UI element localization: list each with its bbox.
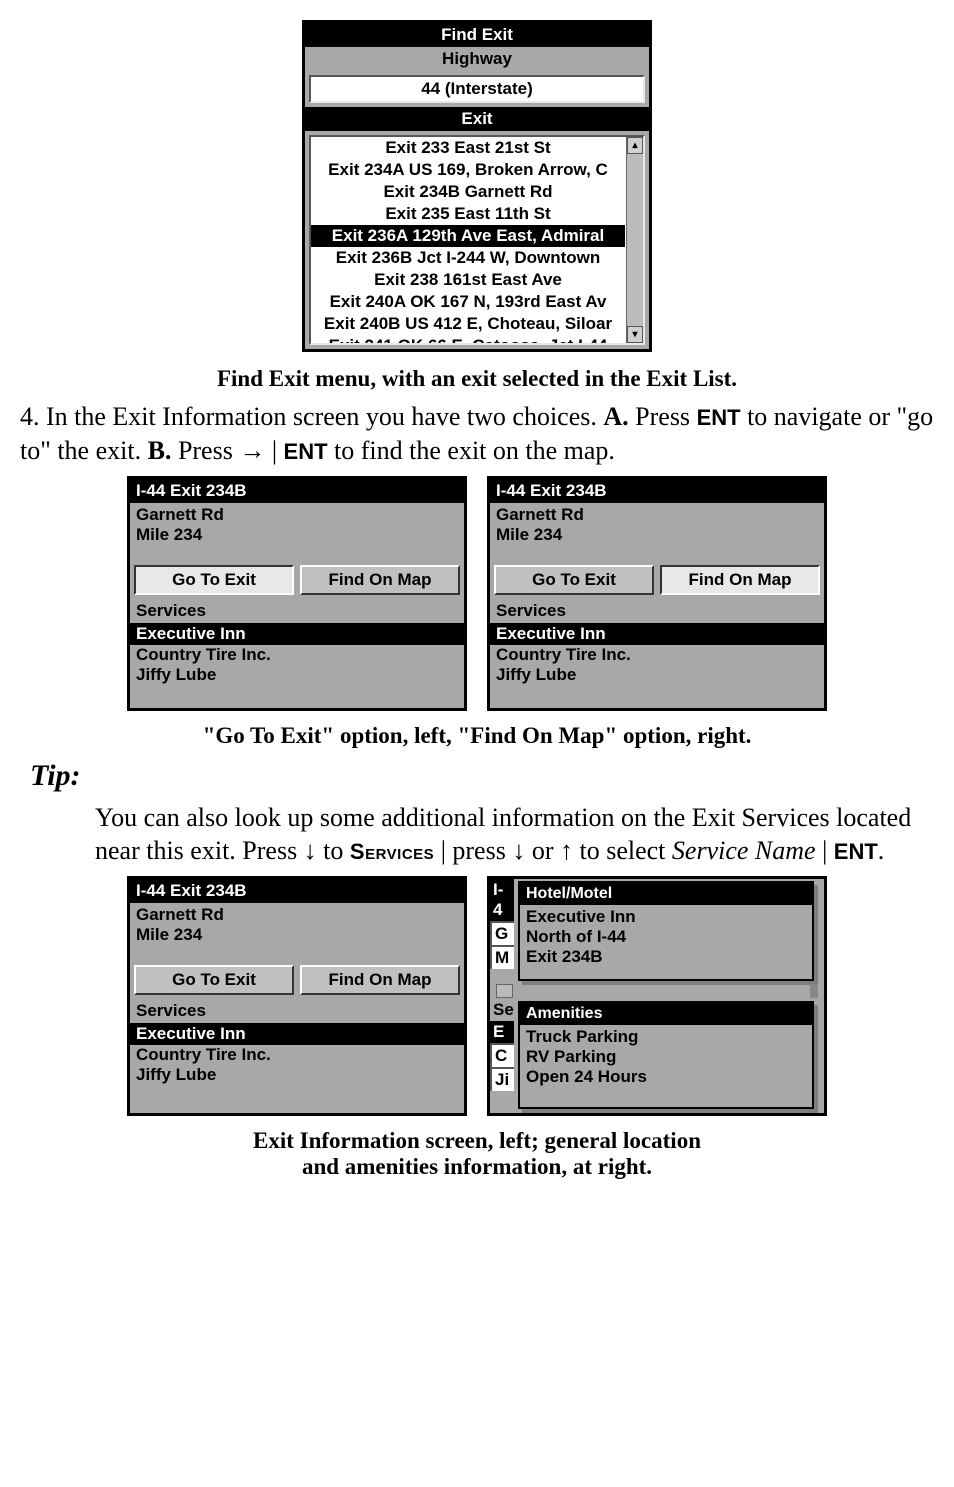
exit-mile: Mile 234 bbox=[496, 525, 818, 545]
list-item-selected[interactable]: Executive Inn bbox=[490, 623, 824, 645]
list-item[interactable]: Exit 240B US 412 E, Choteau, Siloar bbox=[311, 313, 625, 335]
highway-input[interactable]: 44 (Interstate) bbox=[309, 75, 645, 103]
list-item[interactable]: Exit 233 East 21st St bbox=[311, 137, 625, 159]
hotel-details: Executive Inn North of I-44 Exit 234B bbox=[520, 905, 812, 975]
instruction-paragraph: 4. In the Exit Information screen you ha… bbox=[20, 400, 934, 468]
exit-info-window-tip: I-44 Exit 234B Garnett Rd Mile 234 Go To… bbox=[127, 876, 467, 1116]
exit-mile: Mile 234 bbox=[136, 525, 458, 545]
scroll-down-icon[interactable]: ▾ bbox=[627, 326, 643, 343]
services-label: Services bbox=[130, 599, 464, 623]
scrollbar[interactable]: ▴ ▾ bbox=[626, 137, 643, 343]
tip-paragraph: You can also look up some additional inf… bbox=[95, 801, 914, 869]
list-item[interactable]: Country Tire Inc. bbox=[496, 645, 818, 665]
exit-details: Garnett Rd Mile 234 bbox=[490, 503, 824, 565]
list-item[interactable]: Exit 234A US 169, Broken Arrow, C bbox=[311, 159, 625, 181]
list-item-selected[interactable]: Executive Inn bbox=[130, 1023, 464, 1045]
list-item[interactable]: Jiffy Lube bbox=[136, 665, 458, 685]
services-list[interactable]: Executive Inn Country Tire Inc. Jiffy Lu… bbox=[130, 1023, 464, 1108]
figure-caption: Exit Information screen, left; general l… bbox=[20, 1128, 934, 1154]
hotel-direction: North of I-44 bbox=[526, 927, 806, 947]
exit-road: Garnett Rd bbox=[136, 905, 458, 925]
go-to-exit-button[interactable]: Go To Exit bbox=[134, 965, 294, 995]
amenities-card: Amenities Truck Parking RV Parking Open … bbox=[518, 1001, 814, 1109]
exit-details: Garnett Rd Mile 234 bbox=[130, 903, 464, 965]
services-list[interactable]: Executive Inn Country Tire Inc. Jiffy Lu… bbox=[130, 623, 464, 708]
amenities-label: Amenities bbox=[520, 1003, 812, 1025]
scroll-up-icon[interactable]: ▴ bbox=[627, 137, 643, 154]
exit-road: Garnett Rd bbox=[496, 505, 818, 525]
exit-mile: Mile 234 bbox=[136, 925, 458, 945]
list-item[interactable]: Exit 234B Garnett Rd bbox=[311, 181, 625, 203]
figure-caption: "Go To Exit" option, left, "Find On Map"… bbox=[20, 723, 934, 749]
title-bar: Find Exit bbox=[305, 23, 649, 47]
hotel-label: Hotel/Motel bbox=[520, 883, 812, 905]
services-list[interactable]: Executive Inn Country Tire Inc. Jiffy Lu… bbox=[490, 623, 824, 708]
list-item[interactable]: Exit 241 OK 66 E, Catoosa, Jct I-44 bbox=[311, 335, 625, 345]
exit-road: Garnett Rd bbox=[136, 505, 458, 525]
exit-list[interactable]: Exit 233 East 21st St Exit 234A US 169, … bbox=[309, 135, 645, 345]
services-label: Services bbox=[130, 999, 464, 1023]
amenity-item: Truck Parking bbox=[526, 1027, 806, 1047]
title-bar: I-44 Exit 234B bbox=[130, 879, 464, 903]
title-bar: I-44 Exit 234B bbox=[130, 479, 464, 503]
scroll-fragment-icon bbox=[496, 984, 513, 998]
list-item-selected[interactable]: Exit 236A 129th Ave East, Admiral bbox=[311, 225, 625, 247]
amenities-list: Truck Parking RV Parking Open 24 Hours bbox=[520, 1025, 812, 1095]
list-item[interactable]: Exit 238 161st East Ave bbox=[311, 269, 625, 291]
list-item[interactable]: Jiffy Lube bbox=[136, 1065, 458, 1085]
find-exit-window: Find Exit Highway 44 (Interstate) Exit E… bbox=[302, 20, 652, 352]
amenity-item: RV Parking bbox=[526, 1047, 806, 1067]
scroll-fragment-icon bbox=[810, 984, 818, 998]
find-on-map-button[interactable]: Find On Map bbox=[660, 565, 820, 595]
exit-info-window-map: I-44 Exit 234B Garnett Rd Mile 234 Go To… bbox=[487, 476, 827, 711]
amenities-popup-window: I-4 G M Se E C Ji Hotel/Motel Executive … bbox=[487, 876, 827, 1116]
services-label: Services bbox=[490, 599, 824, 623]
list-item[interactable]: Country Tire Inc. bbox=[136, 1045, 458, 1065]
hotel-exit: Exit 234B bbox=[526, 947, 806, 967]
exit-info-window-go: I-44 Exit 234B Garnett Rd Mile 234 Go To… bbox=[127, 476, 467, 711]
background-left-strip-lower: Se E C Ji bbox=[490, 999, 514, 1113]
exit-label: Exit bbox=[305, 107, 649, 131]
highway-label: Highway bbox=[305, 47, 649, 71]
exit-details: Garnett Rd Mile 234 bbox=[130, 503, 464, 565]
hotel-card: Hotel/Motel Executive Inn North of I-44 … bbox=[518, 881, 814, 981]
find-on-map-button[interactable]: Find On Map bbox=[300, 965, 460, 995]
list-item[interactable]: Jiffy Lube bbox=[496, 665, 818, 685]
go-to-exit-button[interactable]: Go To Exit bbox=[494, 565, 654, 595]
figure-caption: and amenities information, at right. bbox=[20, 1154, 934, 1180]
list-item-selected[interactable]: Executive Inn bbox=[130, 623, 464, 645]
tip-heading: Tip: bbox=[30, 759, 934, 793]
figure-caption: Find Exit menu, with an exit selected in… bbox=[20, 366, 934, 392]
list-item[interactable]: Exit 240A OK 167 N, 193rd East Av bbox=[311, 291, 625, 313]
amenity-item: Open 24 Hours bbox=[526, 1067, 806, 1087]
title-bar: I-44 Exit 234B bbox=[490, 479, 824, 503]
list-item[interactable]: Country Tire Inc. bbox=[136, 645, 458, 665]
find-on-map-button[interactable]: Find On Map bbox=[300, 565, 460, 595]
list-item[interactable]: Exit 235 East 11th St bbox=[311, 203, 625, 225]
list-item[interactable]: Exit 236B Jct I-244 W, Downtown bbox=[311, 247, 625, 269]
hotel-name: Executive Inn bbox=[526, 907, 806, 927]
go-to-exit-button[interactable]: Go To Exit bbox=[134, 565, 294, 595]
